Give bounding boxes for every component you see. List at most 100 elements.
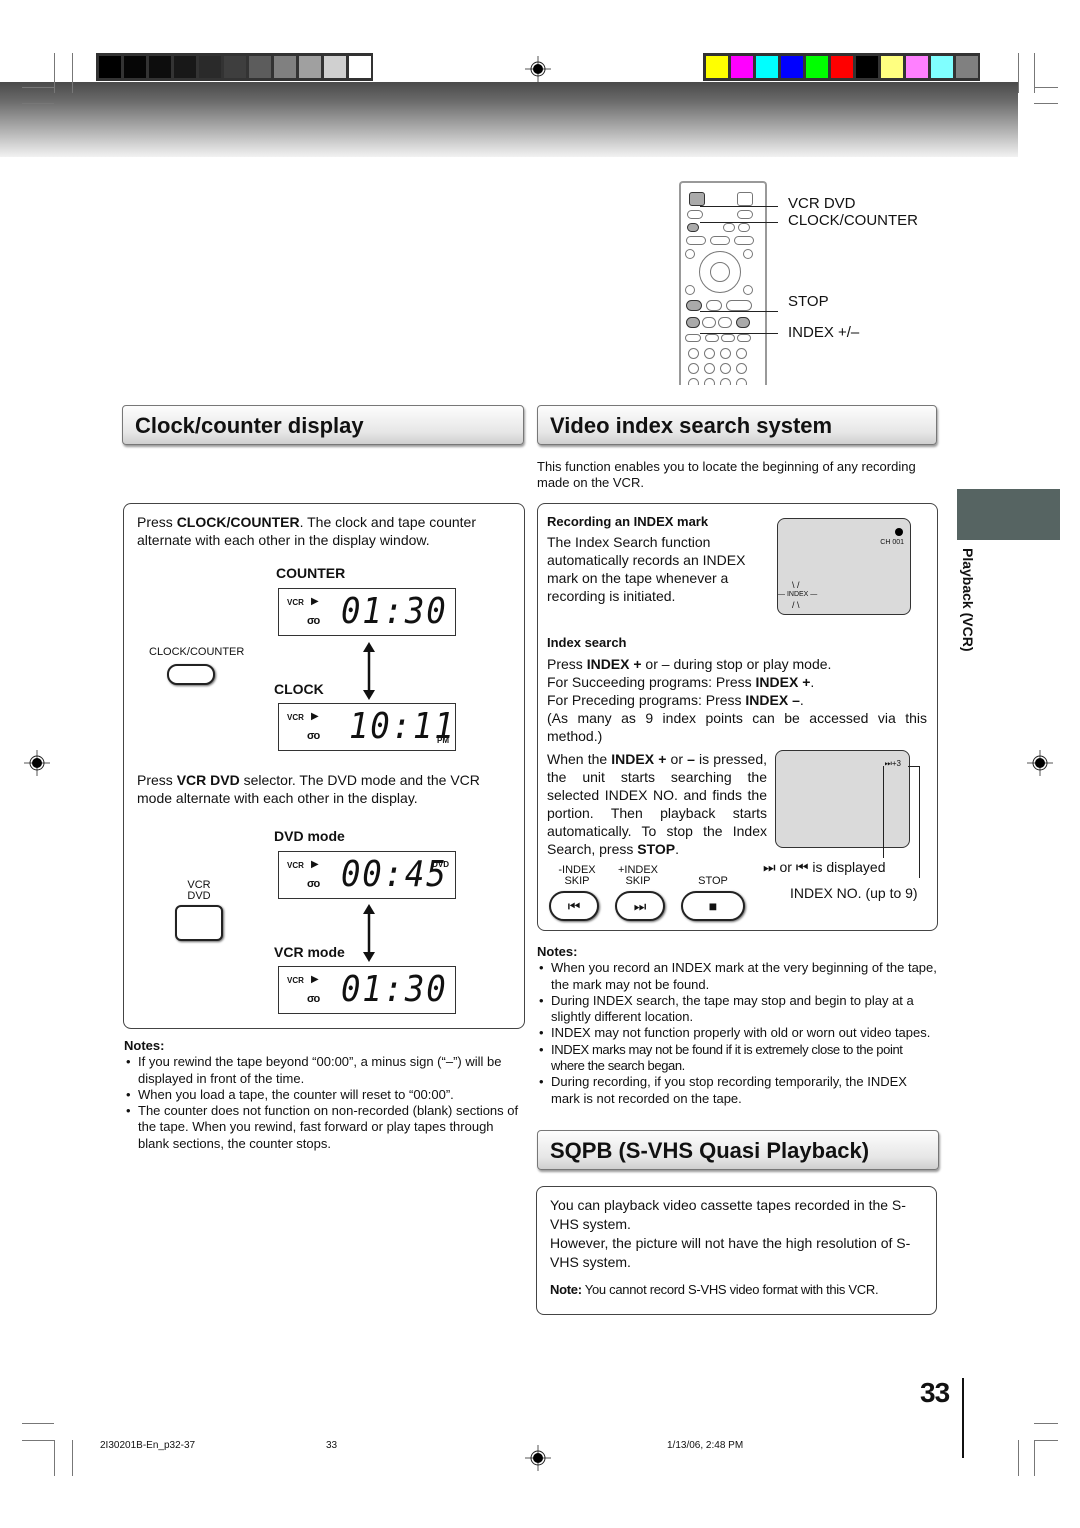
lcd-pm-indicator: PM: [437, 736, 449, 745]
header-gradient-band: [0, 82, 1018, 157]
tv-screen-recording: CH 001 \ / — INDEX — / \: [777, 518, 911, 615]
skip-forward-icon: ⏭: [763, 859, 776, 875]
clock-lcd-display: VCR ▶ σo 10:11 PM: [278, 703, 456, 751]
note-item: INDEX may not function properly with old…: [537, 1025, 939, 1042]
video-index-notes: Notes: When you record an INDEX mark at …: [537, 944, 939, 1107]
index-blink-icon: \ /: [792, 580, 800, 590]
remote-clock-counter-button: [687, 223, 699, 232]
tape-icon: σo: [307, 615, 320, 627]
remote-button: [685, 249, 695, 259]
remote-button: [705, 334, 719, 342]
remote-label-vcr-dvd: VCR DVD: [788, 195, 856, 212]
notes-title: Notes:: [537, 944, 578, 959]
calibration-swatch: [149, 56, 171, 78]
vcr-dvd-button-label: VCR DVD: [187, 879, 211, 902]
remote-stop-button: [686, 300, 702, 311]
lcd-dvd-indicator: DVD: [432, 860, 449, 869]
plus-index-skip-button[interactable]: ⏭: [615, 891, 665, 921]
remote-button: [721, 334, 735, 342]
remote-number-button: [688, 348, 699, 359]
leader-line: [700, 206, 778, 207]
registration-mark-icon: [1027, 750, 1053, 776]
calibration-swatch: [249, 56, 271, 78]
lcd-source-label: VCR: [287, 976, 304, 985]
note-item: During recording, if you stop recording …: [537, 1074, 939, 1107]
calibration-swatch: [199, 56, 221, 78]
stop-icon: ■: [708, 898, 718, 914]
registration-mark-icon: [525, 56, 551, 82]
leader-line: [919, 766, 920, 878]
index-number-indicator: ⏭+3: [884, 759, 901, 768]
registration-mark-icon: [525, 1445, 551, 1471]
remote-control-illustration: [679, 181, 767, 385]
vcr-dvd-button[interactable]: [175, 905, 223, 941]
stop-label: STOP: [698, 875, 728, 887]
grayscale-calibration-bar: [96, 53, 373, 81]
index-blink-icon: / \: [792, 600, 800, 610]
video-index-intro: This function enables you to locate the …: [537, 459, 916, 491]
crop-mark: [54, 53, 55, 93]
remote-number-button: [704, 363, 715, 374]
remote-number-button: [704, 348, 715, 359]
page-number: 33: [920, 1377, 950, 1408]
remote-button: [710, 236, 730, 245]
displayed-caption: ⏭ or ⏮ is displayed: [763, 859, 886, 875]
sqpb-box: You can playback video cassette tapes re…: [536, 1186, 937, 1315]
clock-counter-button[interactable]: [167, 664, 215, 685]
note-item: When you record an INDEX mark at the ver…: [537, 960, 939, 993]
index-indicator: — INDEX —: [778, 591, 818, 598]
section-title-sqpb: SQPB (S-VHS Quasi Playback): [537, 1130, 939, 1170]
record-dot-icon: [895, 528, 903, 536]
remote-number-button: [688, 378, 699, 385]
crop-mark: [1018, 53, 1019, 93]
dvd-mode-lcd-display: VCR ▶ σo 00:45 DVD: [278, 851, 456, 899]
play-icon: ▶: [311, 859, 319, 870]
crop-mark: [1034, 87, 1058, 88]
calibration-swatch: [274, 56, 296, 78]
lcd-source-label: VCR: [287, 713, 304, 722]
remote-button: [743, 285, 753, 295]
vcr-dvd-instructions: Press VCR DVD selector. The DVD mode and…: [137, 772, 480, 806]
note-item: When you load a tape, the counter will r…: [124, 1087, 528, 1104]
crop-mark: [1034, 103, 1058, 104]
remote-number-button: [704, 378, 715, 385]
counter-label: COUNTER: [276, 565, 346, 581]
remote-button: [737, 192, 753, 206]
minus-index-skip-button[interactable]: ⏮: [549, 891, 599, 921]
crop-mark: [22, 87, 54, 88]
video-index-box: Recording an INDEX mark The Index Search…: [537, 503, 938, 931]
alternate-arrow-icon: [363, 904, 375, 962]
index-search-text: Press INDEX + or – during stop or play m…: [547, 656, 927, 744]
crop-mark: [54, 1440, 55, 1476]
remote-button: [685, 285, 695, 295]
lcd-source-label: VCR: [287, 598, 304, 607]
remote-number-button: [736, 363, 747, 374]
remote-index-minus-button: [686, 317, 700, 328]
remote-button: [687, 210, 703, 219]
leader-line: [883, 766, 884, 858]
calibration-swatch: [349, 56, 371, 78]
chapter-tab-block: [957, 489, 1060, 540]
crop-mark: [72, 1440, 73, 1476]
remote-button: [734, 236, 754, 245]
dvd-mode-label: DVD mode: [274, 828, 345, 844]
calibration-swatch: [831, 56, 853, 78]
page-number-rule: [962, 1378, 964, 1458]
play-icon: ▶: [311, 711, 319, 722]
calibration-swatch: [881, 56, 903, 78]
calibration-swatch: [856, 56, 878, 78]
lcd-digits: 01:30: [341, 969, 448, 1010]
crop-mark: [1034, 1440, 1035, 1476]
note-item: INDEX marks may not be found if it is ex…: [537, 1042, 939, 1075]
calibration-swatch: [806, 56, 828, 78]
stop-button[interactable]: ■: [681, 891, 745, 921]
calibration-swatch: [956, 56, 978, 78]
crop-mark: [22, 1423, 54, 1424]
leader-line: [700, 222, 778, 223]
calibration-swatch: [99, 56, 121, 78]
channel-readout: CH 001: [880, 539, 904, 546]
minus-index-skip-label: -INDEX SKIP: [558, 864, 596, 887]
clock-counter-box: Press CLOCK/COUNTER. The clock and tape …: [123, 503, 525, 1029]
remote-number-button: [736, 378, 747, 385]
remote-button: [737, 210, 753, 219]
